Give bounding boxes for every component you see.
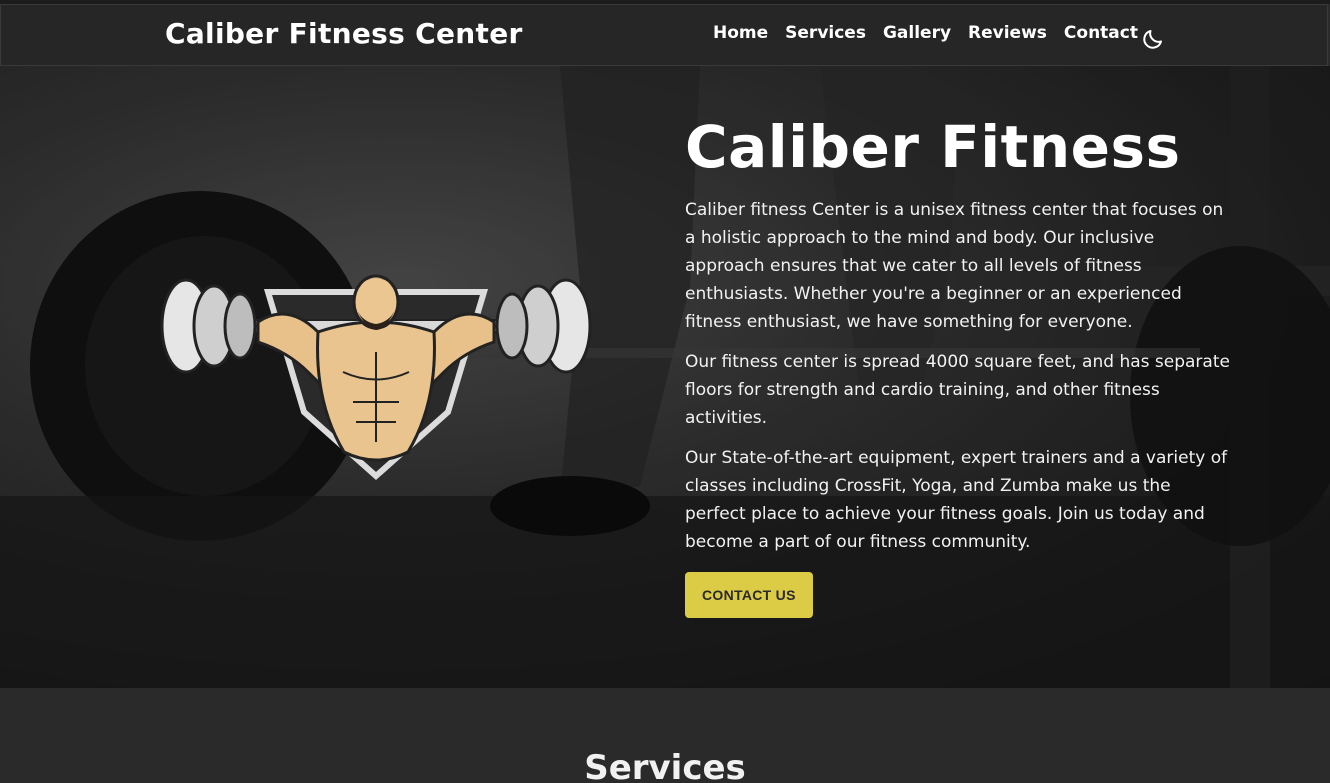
bodybuilder-barbell-logo bbox=[160, 274, 592, 480]
nav-links: Home Services Gallery Reviews Contact bbox=[713, 23, 1155, 43]
hero-paragraph-intro: Caliber fitness Center is a unisex fitne… bbox=[685, 199, 1224, 332]
services-section: Services bbox=[0, 688, 1330, 783]
nav-link-gallery[interactable]: Gallery bbox=[883, 23, 951, 43]
contact-us-button[interactable]: CONTACT US bbox=[685, 571, 813, 618]
hero-content: Caliber Fitness Caliber fitness Center i… bbox=[685, 113, 1230, 618]
services-heading: Services bbox=[584, 748, 746, 783]
hero-title: Caliber Fitness bbox=[685, 113, 1181, 181]
nav-link-home[interactable]: Home bbox=[713, 23, 768, 43]
hero-paragraph-equipment: Our State-of-the-art equipment, expert t… bbox=[685, 447, 1228, 552]
hero-section: Caliber Fitness Caliber fitness Center i… bbox=[0, 66, 1330, 688]
nav-link-contact[interactable]: Contact bbox=[1064, 23, 1138, 43]
nav-link-services[interactable]: Services bbox=[785, 23, 866, 43]
brand-title[interactable]: Caliber Fitness Center bbox=[165, 17, 523, 50]
moon-icon[interactable] bbox=[1141, 27, 1165, 51]
navbar: Caliber Fitness Center Home Services Gal… bbox=[0, 4, 1328, 66]
nav-link-reviews[interactable]: Reviews bbox=[968, 23, 1047, 43]
hero-paragraph-facility: Our fitness center is spread 4000 square… bbox=[685, 351, 1230, 428]
